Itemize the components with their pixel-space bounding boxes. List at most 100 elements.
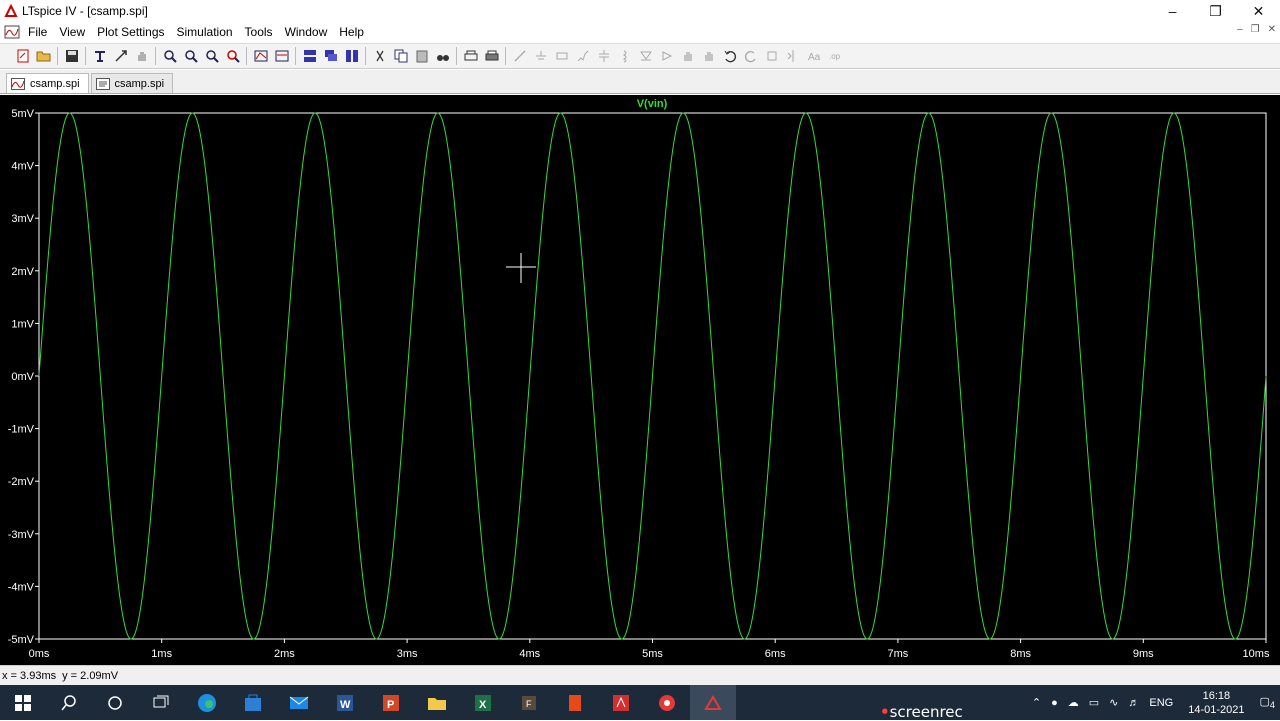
mdi-minimize-button[interactable]: – <box>1237 24 1243 35</box>
powerpoint-icon[interactable]: P <box>368 685 414 720</box>
screenrec-icon[interactable] <box>644 685 690 720</box>
wire-icon <box>509 46 530 66</box>
clock-time: 16:18 <box>1188 689 1244 703</box>
close-button[interactable]: ✕ <box>1237 0 1280 22</box>
manual-limits-icon[interactable] <box>271 46 292 66</box>
paste-icon[interactable] <box>411 46 432 66</box>
menu-help[interactable]: Help <box>333 25 370 39</box>
svg-text:F: F <box>526 699 532 709</box>
speaker-icon[interactable]: ♬ <box>1123 697 1144 709</box>
crosshair-cursor <box>506 253 536 283</box>
diode-icon <box>635 46 656 66</box>
waveform-chart[interactable]: 5mV4mV3mV2mV1mV0mV-1mV-2mV-3mV-4mV-5mV 0… <box>0 95 1280 665</box>
menu-simulation[interactable]: Simulation <box>171 25 239 39</box>
control-panel-icon[interactable] <box>89 46 110 66</box>
netlist-tab-icon <box>96 78 110 90</box>
chevron-up-icon[interactable]: ⌃ <box>1027 696 1046 709</box>
print-icon[interactable] <box>481 46 502 66</box>
excel-icon[interactable]: X <box>460 685 506 720</box>
print-setup-icon[interactable] <box>460 46 481 66</box>
zoom-out-icon[interactable] <box>180 46 201 66</box>
notifications-icon[interactable]: ▢4 <box>1255 695 1280 710</box>
waveform-doc-icon <box>4 25 20 39</box>
y-tick-label: -2mV <box>8 476 35 488</box>
mdi-close-button[interactable]: ✕ <box>1268 24 1276 35</box>
acrobat-icon[interactable] <box>598 685 644 720</box>
microsoft-store-icon[interactable] <box>230 685 276 720</box>
cursor-x-readout: x = 3.93ms <box>2 670 56 682</box>
open-folder-icon[interactable] <box>33 46 54 66</box>
search-icon[interactable] <box>46 685 92 720</box>
cascade-icon[interactable] <box>320 46 341 66</box>
mdi-controls: – ❐ ✕ <box>1237 24 1276 35</box>
svg-text:X: X <box>479 699 487 711</box>
language-indicator[interactable]: ENG <box>1144 697 1178 709</box>
clock-date: 14-01-2021 <box>1188 703 1244 717</box>
x-tick-label: 2ms <box>274 648 295 660</box>
mail-icon[interactable] <box>276 685 322 720</box>
tile-horizontal-icon[interactable] <box>299 46 320 66</box>
zoom-cancel-icon[interactable] <box>222 46 243 66</box>
microphone-icon[interactable]: ● <box>1046 697 1063 709</box>
task-view-icon[interactable] <box>138 685 184 720</box>
x-tick-label: 7ms <box>888 648 909 660</box>
cortana-icon[interactable] <box>92 685 138 720</box>
ground-icon <box>530 46 551 66</box>
y-tick-label: -3mV <box>8 529 35 541</box>
maximize-button[interactable]: ❐ <box>1194 0 1237 22</box>
watermark-text: screenrec <box>890 703 963 721</box>
save-icon[interactable] <box>61 46 82 66</box>
document-tabs: csamp.spi csamp.spi <box>0 70 1280 94</box>
tab-netlist[interactable]: csamp.spi <box>91 73 174 93</box>
minimize-button[interactable]: – <box>1151 0 1194 22</box>
y-tick-label: -4mV <box>8 581 35 593</box>
office-icon[interactable] <box>552 685 598 720</box>
clock[interactable]: 16:18 14-01-2021 <box>1178 689 1254 717</box>
run-icon[interactable] <box>110 46 131 66</box>
svg-text:Aa: Aa <box>808 52 821 63</box>
copy-icon[interactable] <box>390 46 411 66</box>
word-icon[interactable]: W <box>322 685 368 720</box>
waveform-plot[interactable]: 5mV4mV3mV2mV1mV0mV-1mV-2mV-3mV-4mV-5mV 0… <box>0 95 1280 665</box>
svg-text:.op: .op <box>829 52 841 61</box>
zoom-in-icon[interactable] <box>159 46 180 66</box>
x-tick-label: 0ms <box>29 648 50 660</box>
x-tick-label: 9ms <box>1133 648 1154 660</box>
zoom-fit-icon[interactable] <box>201 46 222 66</box>
system-tray: ⌃ ● ☁ ▭ ∿ ♬ ENG 16:18 14-01-2021 ▢4 <box>1027 685 1280 720</box>
autorange-icon[interactable] <box>250 46 271 66</box>
find-binoculars-icon[interactable] <box>432 46 453 66</box>
windows-taskbar: W P X F ⌃ ● ☁ ▭ ∿ ♬ ENG 16:18 14-01-2021… <box>0 685 1280 720</box>
tab-waveform[interactable]: csamp.spi <box>6 73 89 93</box>
menu-file[interactable]: File <box>22 25 53 39</box>
y-tick-label: 3mV <box>11 213 34 225</box>
spice-directive-icon: .op <box>824 46 845 66</box>
menu-view[interactable]: View <box>53 25 91 39</box>
battery-icon[interactable]: ▭ <box>1084 696 1104 709</box>
svg-text:P: P <box>387 699 394 711</box>
app-f-icon[interactable]: F <box>506 685 552 720</box>
onedrive-cloud-icon[interactable]: ☁ <box>1063 696 1084 709</box>
cut-icon[interactable] <box>369 46 390 66</box>
edge-browser-icon[interactable] <box>184 685 230 720</box>
menu-window[interactable]: Window <box>279 25 334 39</box>
undo-icon[interactable] <box>719 46 740 66</box>
y-tick-label: -1mV <box>8 424 35 436</box>
ltspice-taskbar-icon[interactable] <box>690 685 736 720</box>
menu-tools[interactable]: Tools <box>239 25 279 39</box>
label-net-icon <box>551 46 572 66</box>
mdi-restore-button[interactable]: ❐ <box>1251 24 1260 35</box>
screenrec-watermark: •screenrec <box>880 703 963 721</box>
pan-hand-icon[interactable] <box>131 46 152 66</box>
menu-plot-settings[interactable]: Plot Settings <box>91 25 170 39</box>
tile-vertical-icon[interactable] <box>341 46 362 66</box>
wifi-icon[interactable]: ∿ <box>1104 696 1123 709</box>
capacitor-icon <box>593 46 614 66</box>
start-windows-icon[interactable] <box>0 685 46 720</box>
file-explorer-icon[interactable] <box>414 685 460 720</box>
tab-label: csamp.spi <box>115 78 165 90</box>
x-tick-label: 6ms <box>765 648 786 660</box>
trace-label[interactable]: V(vin) <box>637 98 668 110</box>
notification-count: 4 <box>1270 700 1275 710</box>
new-schematic-icon[interactable] <box>12 46 33 66</box>
